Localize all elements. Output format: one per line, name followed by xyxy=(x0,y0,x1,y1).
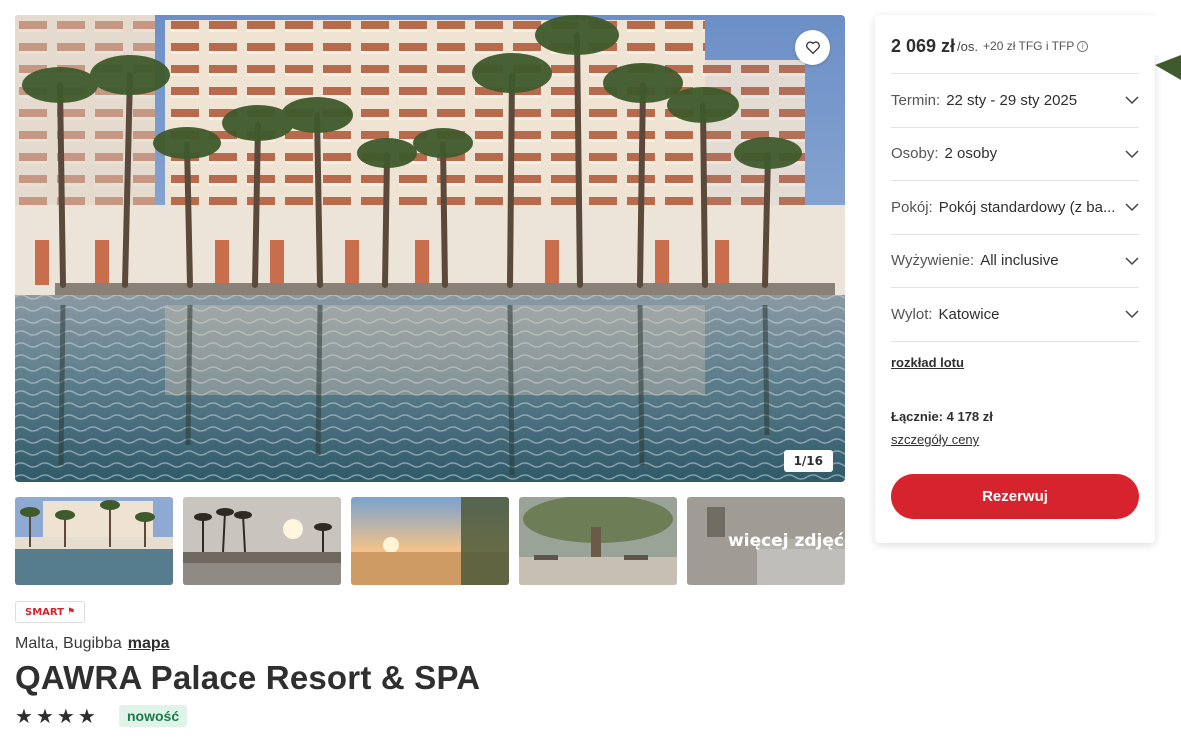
option-board[interactable]: Wyżywienie: All inclusive xyxy=(891,235,1139,288)
chevron-down-icon xyxy=(1125,257,1139,265)
option-value: Pokój standardowy (z ba... xyxy=(938,198,1116,216)
option-label: Wyżywienie: xyxy=(891,252,975,270)
favorite-button[interactable] xyxy=(795,30,830,65)
hotel-pool-photo xyxy=(15,15,845,482)
book-button[interactable]: Rezerwuj xyxy=(891,474,1139,519)
booking-panel: 2 069 zł /os. +20 zł TFG i TFP i Termin:… xyxy=(875,15,1155,543)
thumbnail-restaurant[interactable] xyxy=(519,497,677,585)
thumbnail-pool[interactable] xyxy=(15,497,173,585)
star-icon: ★ xyxy=(77,704,96,728)
hotel-main-photo[interactable]: 1/16 xyxy=(15,15,845,482)
option-text: Termin: 22 sty - 29 sty 2025 xyxy=(891,92,1125,109)
option-label: Pokój: xyxy=(891,198,933,216)
price-unit: /os. xyxy=(957,38,979,54)
option-value: 2 osoby xyxy=(944,145,998,163)
price-details-link[interactable]: szczegóły ceny xyxy=(891,432,979,447)
star-icon: ★ xyxy=(15,704,33,728)
thumbnail-sunset-palms[interactable] xyxy=(183,497,341,585)
next-photo-edge xyxy=(1155,15,1181,482)
option-persons[interactable]: Osoby: 2 osoby xyxy=(891,128,1139,181)
option-room[interactable]: Pokój: Pokój standardowy (z ba... xyxy=(891,181,1139,235)
option-label: Wylot: xyxy=(891,305,933,323)
star-icon: ★ xyxy=(56,704,75,728)
thumbnail-more-photos[interactable]: więcej zdjęć xyxy=(687,497,845,585)
info-icon[interactable]: i xyxy=(1077,40,1089,52)
chevron-down-icon xyxy=(1125,310,1139,319)
option-text: Osoby: 2 osoby xyxy=(891,145,1125,162)
price-extra-fees: +20 zł TFG i TFP xyxy=(983,39,1075,53)
more-photos-label: więcej zdjęć xyxy=(687,497,845,585)
hotel-location: Malta, Bugibba mapa xyxy=(15,635,170,653)
price-row: 2 069 zł /os. +20 zł TFG i TFP i xyxy=(891,15,1139,74)
option-label: Termin: xyxy=(891,91,941,109)
photo-counter: 1/16 xyxy=(783,450,833,472)
chevron-down-icon xyxy=(1125,150,1139,158)
total-price: Łącznie: 4 178 zł xyxy=(891,409,993,424)
chevron-down-icon xyxy=(1125,96,1139,105)
option-departure[interactable]: Wylot: Katowice xyxy=(891,288,1139,342)
option-text: Pokój: Pokój standardowy (z ba... xyxy=(891,199,1125,216)
thumbnail-sunset-coast[interactable] xyxy=(351,497,509,585)
map-link[interactable]: mapa xyxy=(128,635,170,652)
smart-badge: SMART ⚑ xyxy=(15,601,86,623)
option-value: 22 sty - 29 sty 2025 xyxy=(946,91,1078,109)
option-label: Osoby: xyxy=(891,145,939,163)
option-text: Wyżywienie: All inclusive xyxy=(891,252,1125,269)
photo-thumbnails: więcej zdjęć xyxy=(15,497,845,585)
option-value: All inclusive xyxy=(980,252,1059,270)
location-text: Malta, Bugibba xyxy=(15,635,122,652)
price-per-person: 2 069 zł xyxy=(891,35,956,56)
hotel-stars: ★ ★ ★ ★ xyxy=(15,706,96,726)
new-badge: nowość xyxy=(119,705,188,727)
option-term[interactable]: Termin: 22 sty - 29 sty 2025 xyxy=(891,74,1139,128)
flight-schedule-link[interactable]: rozkład lotu xyxy=(891,355,964,370)
option-text: Wylot: Katowice xyxy=(891,306,1125,323)
chevron-down-icon xyxy=(1125,203,1139,212)
hotel-name: QAWRA Palace Resort & SPA xyxy=(15,659,481,696)
heart-icon xyxy=(805,41,820,54)
option-value: Katowice xyxy=(938,305,1000,323)
star-icon: ★ xyxy=(35,704,54,728)
smart-badge-label: SMART xyxy=(25,606,64,618)
flag-icon: ⚑ xyxy=(66,607,76,617)
